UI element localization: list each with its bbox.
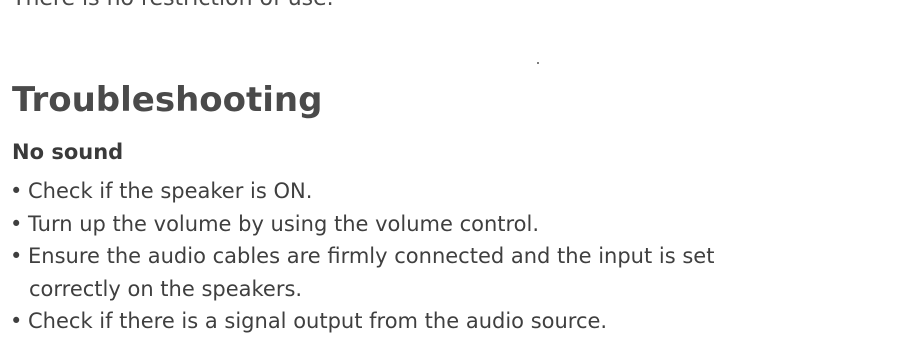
step-text: Turn up the volume by using the volume c… <box>28 211 540 236</box>
list-item: • Check if the speaker is ON. <box>10 175 910 208</box>
bullet-icon: • <box>10 211 23 236</box>
issue-title: No sound <box>12 140 124 164</box>
list-item: • Turn up the volume by using the volume… <box>10 208 910 241</box>
section-title: Troubleshooting <box>12 80 323 120</box>
bullet-icon: • <box>10 179 23 203</box>
print-speck <box>537 62 539 64</box>
manual-page: There is no restriction of use. Troubles… <box>0 0 921 348</box>
list-item: • Ensure the audio cables are firmly con… <box>10 240 910 305</box>
bullet-icon: • <box>10 244 23 268</box>
step-text: Ensure the audio cables are firmly conne… <box>28 244 715 268</box>
step-text: Check if there is a signal output from t… <box>28 309 608 333</box>
step-text-continued: correctly on the speakers. <box>29 276 303 301</box>
previous-section-text: There is no restriction of use. <box>12 0 334 12</box>
step-text: Check if the speaker is ON. <box>28 179 313 203</box>
list-item: • Check if there is a signal output from… <box>10 305 910 338</box>
troubleshooting-steps: • Check if the speaker is ON. • Turn up … <box>10 175 910 338</box>
bullet-icon: • <box>10 309 23 333</box>
